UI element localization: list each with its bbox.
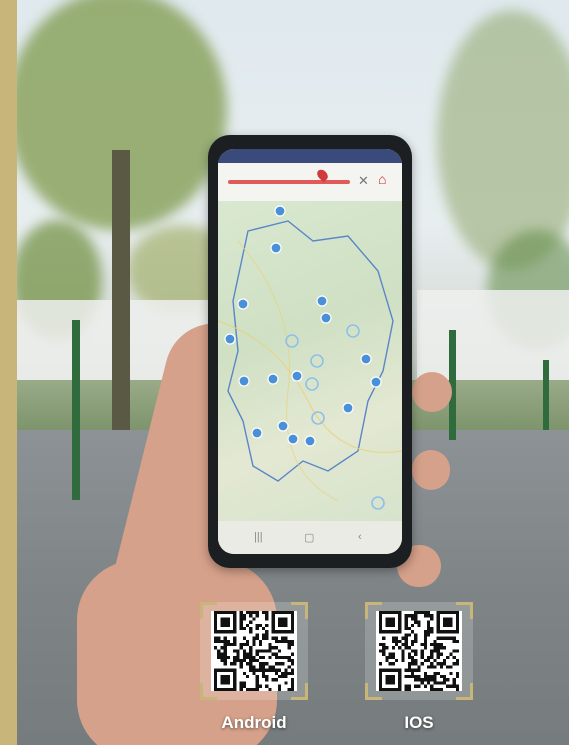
home-icon: ⌂	[378, 171, 387, 187]
smartphone: ✕ ⌂ ||| ▢ ‹	[208, 135, 412, 568]
map-marker-icon	[360, 353, 372, 365]
status-bar	[218, 149, 402, 163]
map-marker-ring-icon	[371, 496, 385, 510]
green-post	[543, 360, 549, 430]
map-marker-icon	[287, 433, 299, 445]
map-marker-ring-icon	[346, 324, 360, 338]
map-marker-icon	[320, 312, 332, 324]
map-app-bar: ✕ ⌂	[218, 163, 402, 201]
map-marker-icon	[238, 375, 250, 387]
map-marker-icon	[316, 295, 328, 307]
map-marker-icon	[270, 242, 282, 254]
home-button-icon: ▢	[304, 532, 315, 544]
green-post	[72, 320, 80, 500]
map-marker-rings	[285, 324, 385, 510]
map-marker-icon	[342, 402, 354, 414]
finger	[412, 450, 450, 490]
map-marker-icon	[277, 420, 289, 432]
promo-scene: ✕ ⌂ ||| ▢ ‹ Android IOS	[0, 0, 569, 745]
android-qr-code-icon[interactable]	[211, 611, 297, 691]
ios-qr-code-icon[interactable]	[376, 611, 462, 691]
map-marker-ring-icon	[285, 334, 299, 348]
map-marker-ring-icon	[305, 377, 319, 391]
ios-qr-frame	[365, 602, 473, 700]
back-icon: ‹	[358, 531, 362, 543]
map-marker-icon	[304, 435, 316, 447]
ios-label: IOS	[404, 713, 434, 732]
tree-trunk	[112, 150, 130, 430]
distance-slider	[228, 180, 350, 184]
map-view	[218, 201, 402, 521]
map-marker-icon	[237, 298, 249, 310]
map-marker-ring-icon	[310, 354, 324, 368]
phone-screen: ✕ ⌂ ||| ▢ ‹	[218, 149, 402, 554]
recent-apps-icon: |||	[254, 531, 263, 543]
map-marker-icon	[291, 370, 303, 382]
android-label: Android	[221, 713, 287, 732]
close-icon: ✕	[358, 173, 369, 188]
map-marker-icon	[370, 376, 382, 388]
map-marker-icon	[274, 205, 286, 217]
map-marker-icon	[224, 333, 236, 345]
finger	[412, 372, 452, 412]
road-line	[237, 240, 339, 502]
phone-nav-bar: ||| ▢ ‹	[218, 521, 402, 554]
map-marker-icon	[267, 373, 279, 385]
map-marker-icon	[251, 427, 263, 439]
gold-side-strip	[0, 0, 17, 745]
android-qr-frame	[200, 602, 308, 700]
map-overlay	[218, 205, 402, 510]
